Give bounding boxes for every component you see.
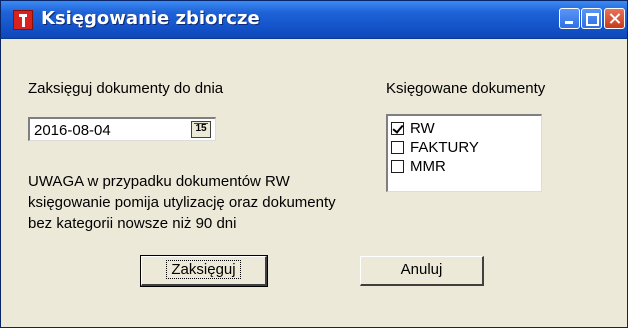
checkbox-faktury[interactable] (391, 141, 404, 154)
window-title: Księgowanie zbiorcze (41, 8, 260, 29)
cancel-button[interactable]: Anuluj (360, 256, 484, 286)
documents-checklist[interactable]: RW FAKTURY MMR (386, 114, 542, 192)
checkbox-mmr[interactable] (391, 160, 404, 173)
date-value[interactable]: 2016-08-04 (34, 122, 111, 139)
warning-line: UWAGA w przypadku dokumentów RW (28, 173, 290, 190)
date-input[interactable]: 2016-08-04 15 (28, 117, 216, 141)
warning-line: księgowanie pomija utylizację oraz dokum… (28, 194, 336, 211)
list-item-label: RW (410, 120, 435, 137)
checkbox-rw[interactable] (391, 122, 404, 135)
app-logo-icon (13, 10, 33, 30)
calendar-icon[interactable]: 15 (191, 121, 211, 138)
title-bar[interactable]: Księgowanie zbiorcze (1, 1, 627, 39)
close-icon[interactable] (604, 8, 625, 29)
minimize-icon[interactable] (559, 8, 580, 29)
documents-label: Księgowane dokumenty (386, 80, 546, 97)
maximize-icon[interactable] (581, 8, 602, 29)
list-item-label: FAKTURY (410, 139, 479, 156)
dialog-window: Księgowanie zbiorcze Zaksięguj dokumenty… (0, 0, 628, 328)
cancel-button-label: Anuluj (400, 261, 443, 278)
list-item-label: MMR (410, 158, 446, 175)
date-label: Zaksięguj dokumenty do dnia (28, 80, 224, 97)
post-button[interactable]: Zaksięguj (140, 255, 268, 287)
warning-text: UWAGA w przypadku dokumentów RW księgowa… (28, 171, 398, 234)
post-button-label: Zaksięguj (166, 260, 241, 279)
warning-line: bez kategorii nowsze niż 90 dni (28, 215, 237, 232)
